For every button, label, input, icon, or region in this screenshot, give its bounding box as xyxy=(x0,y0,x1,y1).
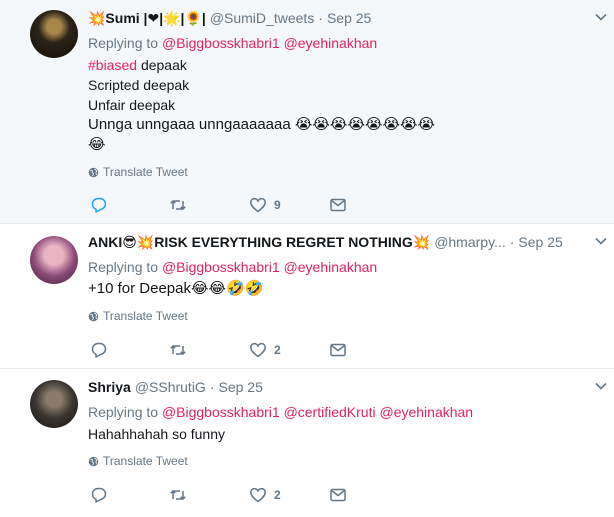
separator-dot: · xyxy=(209,379,215,395)
tweet-text: #biased depaak Scripted deepak Unfair de… xyxy=(88,55,594,155)
retweet-button[interactable] xyxy=(169,485,187,505)
tweet-date[interactable]: Sep 25 xyxy=(219,379,263,395)
like-button[interactable]: 2 xyxy=(249,340,281,360)
display-name[interactable]: 💥Sumi |❤|🌟|🌻| xyxy=(88,10,206,27)
reply-icon xyxy=(91,197,107,213)
direct-message-button[interactable] xyxy=(329,195,347,215)
reply-button[interactable] xyxy=(90,195,108,215)
user-handle[interactable]: @SShrutiG xyxy=(135,379,206,395)
retweet-icon xyxy=(170,345,186,355)
direct-message-icon xyxy=(330,198,346,212)
like-button[interactable]: 2 xyxy=(249,485,281,505)
direct-message-button[interactable] xyxy=(329,485,347,505)
mention-link[interactable]: @Biggbosskhabri1 xyxy=(162,259,280,275)
like-button[interactable]: 9 xyxy=(249,195,281,215)
avatar[interactable] xyxy=(30,10,78,58)
reply-icon xyxy=(91,487,107,503)
heart-icon xyxy=(250,342,266,358)
tweet-line: Unnga unngaaa unngaaaaaaa 😭😭😭😭😭😭😭😭 xyxy=(88,116,436,133)
chevron-down-icon[interactable] xyxy=(594,10,608,24)
heart-icon xyxy=(250,197,266,213)
like-count: 2 xyxy=(274,488,281,502)
tweet-date[interactable]: Sep 25 xyxy=(327,10,371,26)
hashtag-link[interactable]: #biased xyxy=(88,57,137,73)
tweet-line: 😂 xyxy=(88,136,106,153)
mention-link[interactable]: @certifiedKruti xyxy=(284,404,376,420)
tweet-2[interactable]: ANKI😎💥RISK EVERYTHING REGRET NOTHING💥 @h… xyxy=(0,224,614,369)
like-count: 2 xyxy=(274,343,281,357)
reply-icon xyxy=(91,342,107,358)
replying-to-label: Replying to xyxy=(88,259,159,275)
avatar[interactable] xyxy=(30,236,78,284)
replying-to: Replying to @Biggbosskhabri1 @eyehinakha… xyxy=(88,257,594,277)
direct-message-icon xyxy=(330,488,346,502)
replying-to-label: Replying to xyxy=(88,35,159,51)
globe-icon xyxy=(88,167,99,177)
tweet-date[interactable]: Sep 25 xyxy=(518,234,562,250)
tweet-text: Hahahhahah so funny xyxy=(88,424,594,444)
heart-icon xyxy=(250,487,266,503)
translate-tweet-link[interactable]: Translate Tweet xyxy=(88,308,594,324)
chevron-down-icon[interactable] xyxy=(594,234,608,248)
tweet-text: +10 for Deepak😂😂🤣🤣 xyxy=(88,279,594,299)
mention-link[interactable]: @eyehinakhan xyxy=(284,35,378,51)
tweet-line: Scripted deepak xyxy=(88,77,190,93)
replying-to: Replying to @Biggbosskhabri1 @eyehinakha… xyxy=(88,33,594,53)
tweet-actions: 2 xyxy=(88,340,388,360)
translate-label: Translate Tweet xyxy=(103,165,188,179)
retweet-button[interactable] xyxy=(169,340,187,360)
display-name[interactable]: Shriya xyxy=(88,379,131,395)
globe-icon xyxy=(88,311,99,321)
translate-label: Translate Tweet xyxy=(103,454,188,468)
tweet-3[interactable]: Shriya @SShrutiG · Sep 25 Replying to @B… xyxy=(0,369,614,517)
separator-dot: · xyxy=(509,234,515,250)
retweet-button[interactable] xyxy=(169,195,187,215)
chevron-down-icon[interactable] xyxy=(594,379,608,393)
tweet-line: depaak xyxy=(140,57,187,73)
reply-button[interactable] xyxy=(90,340,108,360)
tweet-actions: 9 xyxy=(88,195,388,215)
replying-to-label: Replying to xyxy=(88,404,159,420)
user-handle[interactable]: @SumiD_tweets xyxy=(210,10,314,26)
tweet-1[interactable]: 💥Sumi |❤|🌟|🌻| @SumiD_tweets · Sep 25 Rep… xyxy=(0,0,614,224)
tweet-line: +10 for Deepak😂😂🤣🤣 xyxy=(88,280,264,297)
retweet-icon xyxy=(170,200,186,210)
mention-link[interactable]: @Biggbosskhabri1 xyxy=(162,404,280,420)
tweet-line: Hahahhahah so funny xyxy=(88,426,225,442)
separator-dot: · xyxy=(318,10,323,26)
mention-link[interactable]: @eyehinakhan xyxy=(284,259,378,275)
tweet-line: Unfair deepak xyxy=(88,97,176,113)
display-name[interactable]: ANKI😎💥RISK EVERYTHING REGRET NOTHING💥 xyxy=(88,234,430,251)
replying-to: Replying to @Biggbosskhabri1 @certifiedK… xyxy=(88,402,594,422)
direct-message-icon xyxy=(330,343,346,357)
translate-label: Translate Tweet xyxy=(103,309,188,323)
user-handle[interactable]: @hmarpy... xyxy=(434,234,506,250)
retweet-icon xyxy=(170,490,186,500)
direct-message-button[interactable] xyxy=(329,340,347,360)
tweet-actions: 2 xyxy=(88,485,388,505)
globe-icon xyxy=(88,456,99,466)
avatar[interactable] xyxy=(30,380,78,428)
translate-tweet-link[interactable]: Translate Tweet xyxy=(88,164,594,180)
reply-button[interactable] xyxy=(90,485,108,505)
translate-tweet-link[interactable]: Translate Tweet xyxy=(88,453,594,469)
mention-link[interactable]: @Biggbosskhabri1 xyxy=(162,35,280,51)
like-count: 9 xyxy=(274,198,281,212)
mention-link[interactable]: @eyehinakhan xyxy=(379,404,473,420)
